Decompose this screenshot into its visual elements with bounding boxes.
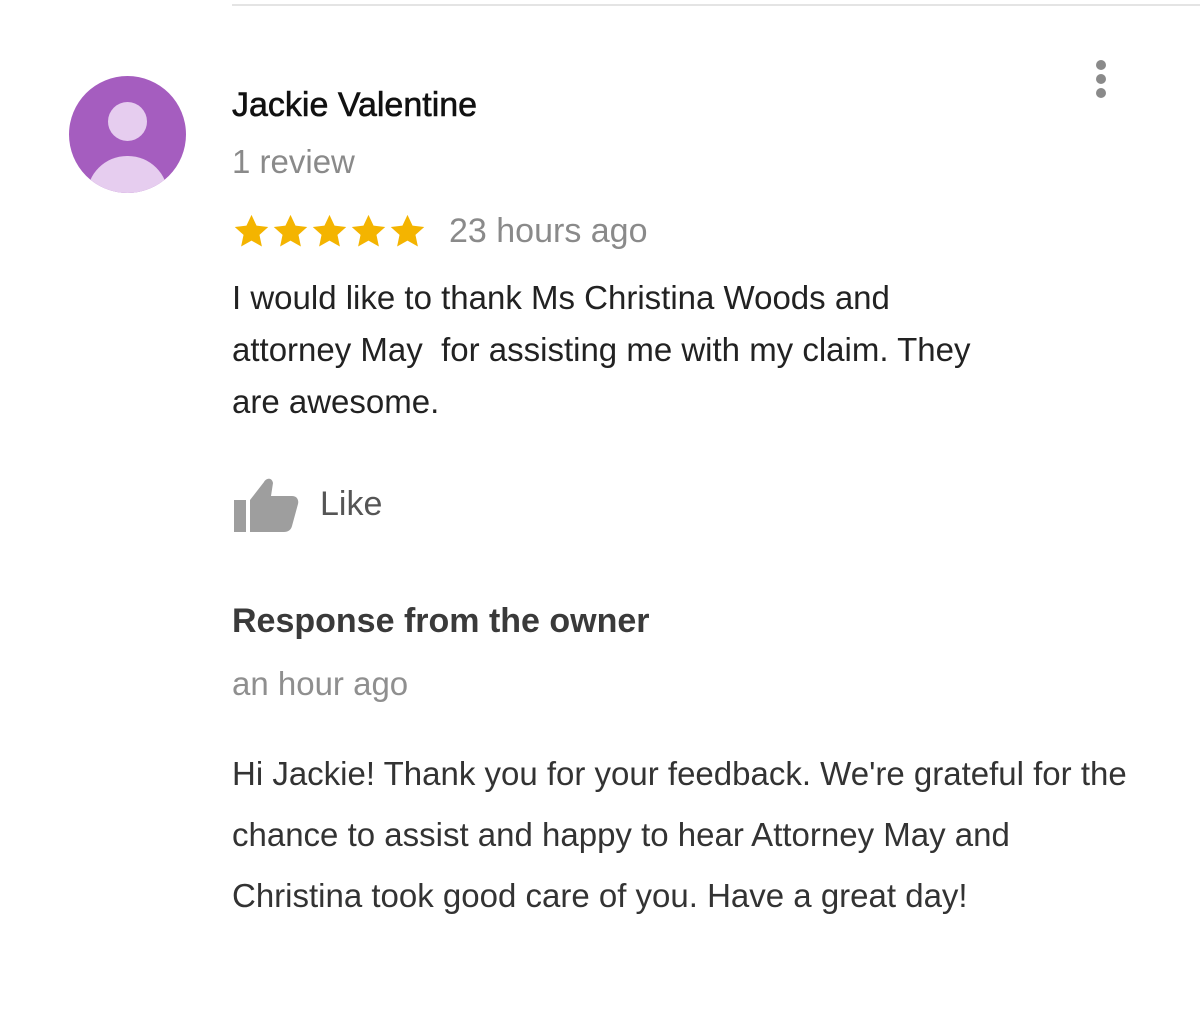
more-vert-icon[interactable] (1086, 56, 1116, 102)
star-rating (232, 212, 427, 251)
rating-row: 23 hours ago (232, 206, 648, 256)
menu-dot (1096, 60, 1106, 70)
star-icon (349, 212, 388, 251)
review-text: I would like to thank Ms Christina Woods… (232, 279, 971, 420)
owner-response-text: Hi Jackie! Thank you for your feedback. … (232, 755, 1127, 914)
star-icon (310, 212, 349, 251)
review-count: 1 review (232, 143, 355, 180)
reviewer-avatar[interactable] (69, 76, 186, 193)
person-icon-body (87, 156, 168, 193)
menu-dot (1096, 74, 1106, 84)
owner-response-heading: Response from the owner (232, 602, 650, 640)
owner-response-time: an hour ago (232, 665, 409, 702)
like-label: Like (320, 484, 383, 523)
star-icon (271, 212, 310, 251)
like-button[interactable]: Like (232, 472, 382, 536)
thumbs-up-icon (232, 474, 300, 534)
top-divider (232, 4, 1200, 6)
menu-dot (1096, 88, 1106, 98)
person-icon-head (108, 102, 147, 141)
star-icon (232, 212, 271, 251)
reviewer-name[interactable]: Jackie Valentine (232, 86, 478, 125)
review-time: 23 hours ago (449, 211, 648, 250)
star-icon (388, 212, 427, 251)
